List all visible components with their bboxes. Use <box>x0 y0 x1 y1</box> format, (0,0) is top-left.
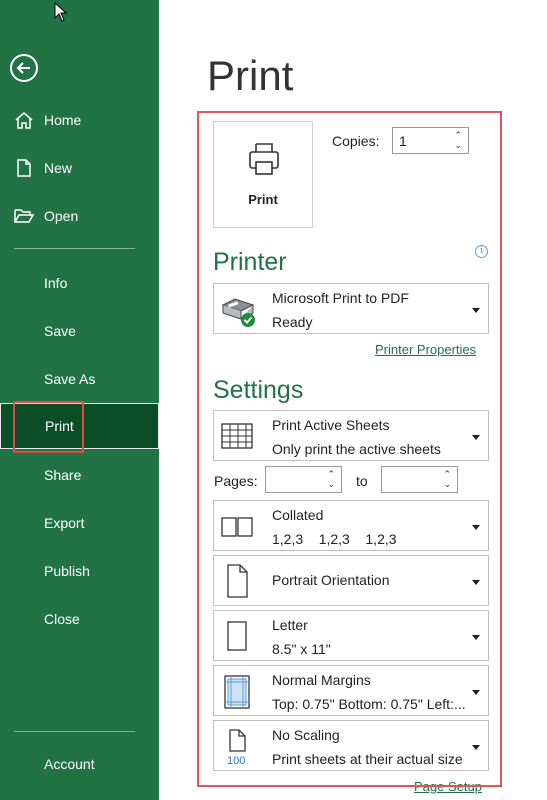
sidebar-item-new[interactable]: New <box>0 145 159 191</box>
open-folder-icon <box>14 209 34 223</box>
sidebar-item-open[interactable]: Open <box>0 193 159 239</box>
mouse-cursor-icon <box>54 2 68 22</box>
sidebar-item-info[interactable]: Info <box>0 260 159 306</box>
sidebar-item-label: Open <box>44 208 79 224</box>
sidebar-item-save-as[interactable]: Save As <box>0 356 159 402</box>
sidebar-item-account[interactable]: Account <box>0 741 159 787</box>
backstage-sidebar: Home New Open Info Save Save As Print Sh… <box>0 0 159 800</box>
sidebar-item-label: Share <box>44 467 82 483</box>
home-icon <box>15 112 33 129</box>
sidebar-divider <box>14 248 135 249</box>
print-panel-highlight-box <box>197 111 502 787</box>
sidebar-item-label: Account <box>44 756 95 772</box>
sidebar-item-publish[interactable]: Publish <box>0 548 159 594</box>
sidebar-item-label: Home <box>44 112 82 128</box>
sidebar-divider <box>14 731 135 732</box>
new-document-icon <box>17 159 31 177</box>
sidebar-item-label: Save <box>44 323 76 339</box>
sidebar-item-label: Save As <box>44 371 96 387</box>
sidebar-item-home[interactable]: Home <box>0 97 159 143</box>
back-button[interactable] <box>10 54 38 82</box>
sidebar-item-label: Info <box>44 275 68 291</box>
print-highlight-box <box>13 401 84 453</box>
sidebar-item-label: Publish <box>44 563 90 579</box>
arrow-left-icon <box>16 62 30 74</box>
sidebar-item-share[interactable]: Share <box>0 452 159 498</box>
sidebar-item-label: Close <box>44 611 80 627</box>
sidebar-item-label: Export <box>44 515 85 531</box>
sidebar-item-save[interactable]: Save <box>0 308 159 354</box>
page-title: Print <box>207 52 294 99</box>
sidebar-item-export[interactable]: Export <box>0 500 159 546</box>
sidebar-item-label: New <box>44 160 73 176</box>
sidebar-item-close[interactable]: Close <box>0 596 159 642</box>
